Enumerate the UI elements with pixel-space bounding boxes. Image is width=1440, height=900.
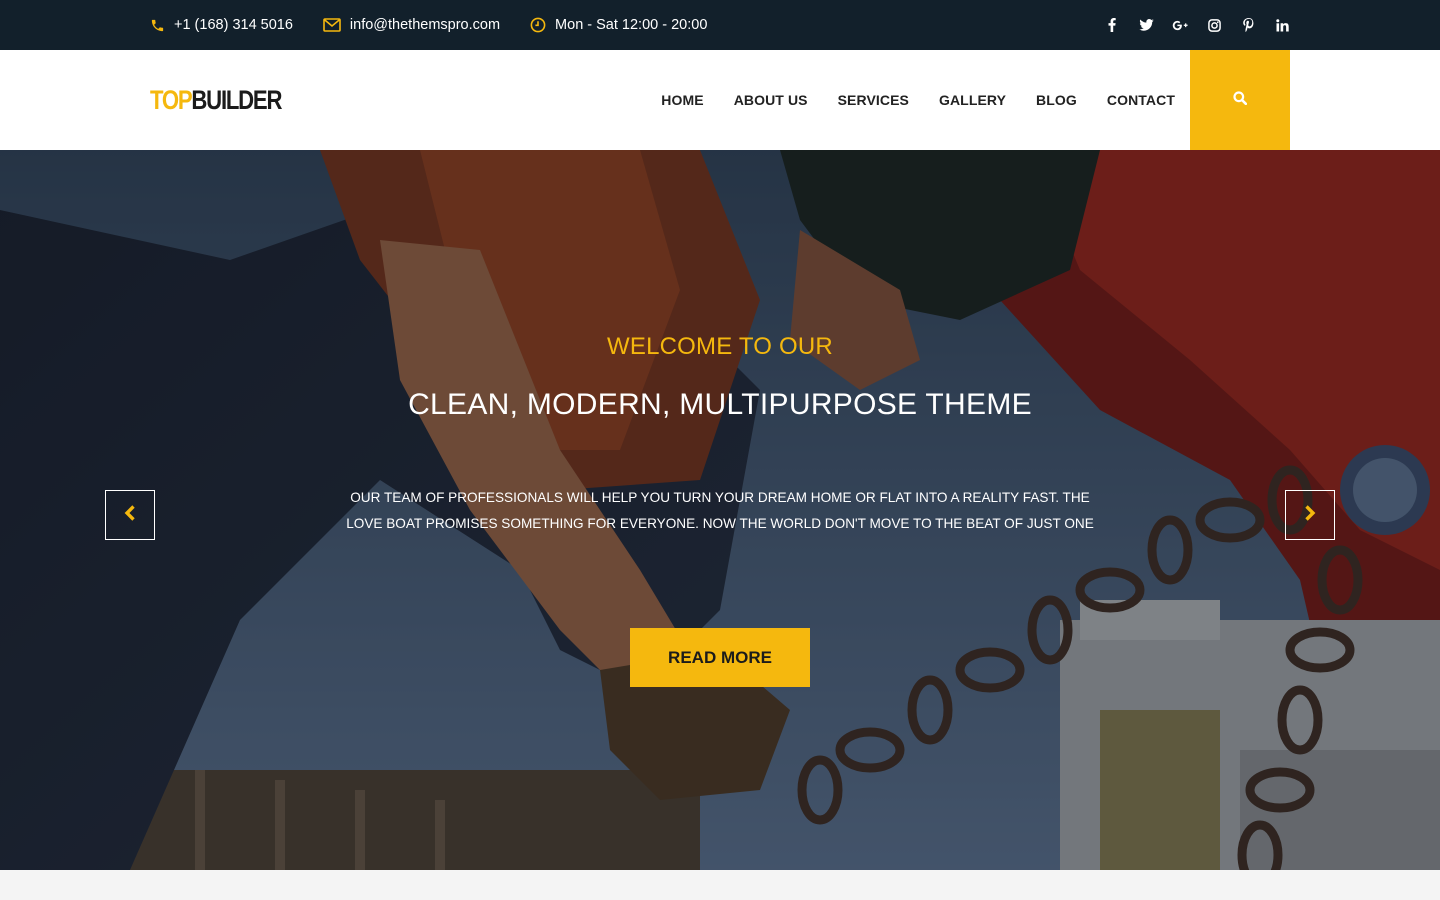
read-more-button[interactable]: READ MORE [630, 628, 810, 687]
clock-icon [530, 17, 546, 33]
search-button[interactable] [1190, 50, 1290, 150]
opening-hours: Mon - Sat 12:00 - 20:00 [555, 17, 708, 33]
search-icon [1233, 90, 1248, 110]
phone-contact[interactable]: +1 (168) 314 5016 [150, 17, 293, 33]
main-nav: HOME ABOUT US SERVICES GALLERY BLOG CONT… [661, 50, 1175, 150]
nav-contact[interactable]: CONTACT [1107, 92, 1175, 108]
twitter-icon[interactable] [1138, 17, 1154, 33]
nav-about-us[interactable]: ABOUT US [734, 92, 808, 108]
nav-services[interactable]: SERVICES [838, 92, 909, 108]
phone-number: +1 (168) 314 5016 [174, 17, 293, 33]
pinterest-icon[interactable] [1240, 17, 1256, 33]
nav-blog[interactable]: BLOG [1036, 92, 1077, 108]
facebook-icon[interactable] [1104, 17, 1120, 33]
top-bar: +1 (168) 314 5016 info@thethemspro.com M… [0, 0, 1440, 50]
logo-part-builder: BUILDER [191, 85, 282, 115]
email-address: info@thethemspro.com [349, 17, 501, 33]
hero-title: CLEAN, MODERN, MULTIPURPOSE THEME [408, 388, 1032, 421]
slider-next-button[interactable] [1285, 490, 1335, 540]
hours-info: Mon - Sat 12:00 - 20:00 [530, 17, 707, 33]
email-contact[interactable]: info@thethemspro.com [323, 17, 500, 33]
slider-prev-button[interactable] [105, 490, 155, 540]
site-logo[interactable]: TOPBUILDER [150, 84, 282, 116]
hero-slider: WELCOME TO OUR CLEAN, MODERN, MULTIPURPO… [0, 150, 1440, 870]
linkedin-icon[interactable] [1274, 17, 1290, 33]
social-links [1104, 17, 1290, 33]
logo-part-top: TOP [150, 85, 193, 115]
hero-description: OUR TEAM OF PROFESSIONALS WILL HELP YOU … [346, 490, 1094, 531]
chevron-right-icon [1304, 504, 1316, 526]
phone-icon [150, 18, 165, 33]
chevron-left-icon [124, 504, 136, 526]
next-section-edge [0, 870, 1440, 900]
instagram-icon[interactable] [1206, 17, 1222, 33]
hero-subtitle: WELCOME TO OUR [607, 333, 833, 360]
envelope-icon [323, 18, 341, 32]
nav-gallery[interactable]: GALLERY [939, 92, 1006, 108]
main-header: TOPBUILDER HOME ABOUT US SERVICES GALLER… [0, 50, 1440, 150]
nav-home[interactable]: HOME [661, 92, 703, 108]
google-plus-icon[interactable] [1172, 17, 1188, 33]
contact-info: +1 (168) 314 5016 info@thethemspro.com M… [150, 17, 707, 33]
